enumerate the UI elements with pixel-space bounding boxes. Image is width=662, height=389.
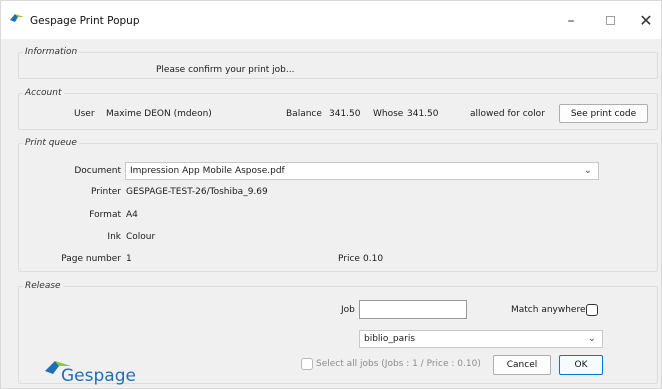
user-label: User: [74, 109, 95, 119]
page-number-label: Page number: [61, 254, 121, 264]
see-print-code-button[interactable]: See print code: [559, 104, 648, 123]
document-select-value: Impression App Mobile Aspose.pdf: [130, 166, 285, 176]
title-bar: Gespage Print Popup – ✕: [1, 1, 661, 39]
maximize-button[interactable]: [595, 9, 625, 33]
queue-select[interactable]: biblio_paris ⌄: [359, 330, 603, 348]
balance-value: 341.50: [329, 109, 361, 119]
account-legend: Account: [25, 88, 62, 98]
gespage-logo: Gespage: [43, 357, 153, 386]
match-anywhere-label: Match anywhere: [511, 305, 586, 315]
svg-text:Gespage: Gespage: [61, 366, 136, 385]
page-number-value: 1: [126, 254, 132, 264]
ink-value: Colour: [126, 232, 156, 242]
job-input[interactable]: [359, 300, 467, 319]
minimize-button[interactable]: –: [556, 9, 586, 33]
document-label: Document: [74, 166, 121, 176]
price-label: Price: [338, 254, 360, 264]
user-value: Maxime DEON (mdeon): [106, 109, 212, 119]
gespage-app-icon: [10, 14, 24, 22]
printer-label: Printer: [91, 187, 121, 197]
queue-select-value: biblio_paris: [364, 334, 416, 344]
select-all-jobs-checkbox[interactable]: [301, 358, 313, 370]
print-popup-window: Gespage Print Popup – ✕ Information Plea…: [0, 0, 662, 389]
print-queue-group: Print queue: [18, 138, 658, 272]
select-all-jobs-label: Select all jobs (Jobs : 1 / Price : 0.10…: [316, 359, 481, 369]
close-button[interactable]: ✕: [631, 9, 661, 33]
balance-label: Balance: [286, 109, 322, 119]
price-value: 0.10: [363, 254, 384, 264]
ink-label: Ink: [107, 232, 121, 242]
release-legend: Release: [25, 281, 61, 291]
maximize-icon: [605, 16, 615, 25]
whose-value: 341.50: [407, 109, 439, 119]
ok-button[interactable]: OK: [559, 355, 603, 375]
chevron-down-icon: ⌄: [583, 165, 592, 176]
print-queue-legend: Print queue: [25, 138, 77, 148]
whose-label: Whose: [373, 109, 404, 119]
gespage-logo-mark: Gespage: [45, 361, 136, 386]
printer-value: GESPAGE-TEST-26/Toshiba_9.69: [126, 187, 268, 197]
match-anywhere-checkbox[interactable]: [586, 304, 598, 316]
information-group: Information: [18, 47, 658, 79]
window-title: Gespage Print Popup: [30, 15, 140, 27]
format-value: A4: [126, 210, 138, 220]
format-label: Format: [89, 210, 121, 220]
document-select[interactable]: Impression App Mobile Aspose.pdf ⌄: [125, 162, 599, 180]
confirm-message: Please confirm your print job...: [156, 65, 295, 75]
information-legend: Information: [25, 47, 78, 57]
job-label: Job: [341, 305, 355, 315]
cancel-button[interactable]: Cancel: [493, 355, 551, 375]
chevron-down-icon: ⌄: [587, 333, 596, 344]
allowed-for-color-label: allowed for color: [470, 109, 545, 119]
